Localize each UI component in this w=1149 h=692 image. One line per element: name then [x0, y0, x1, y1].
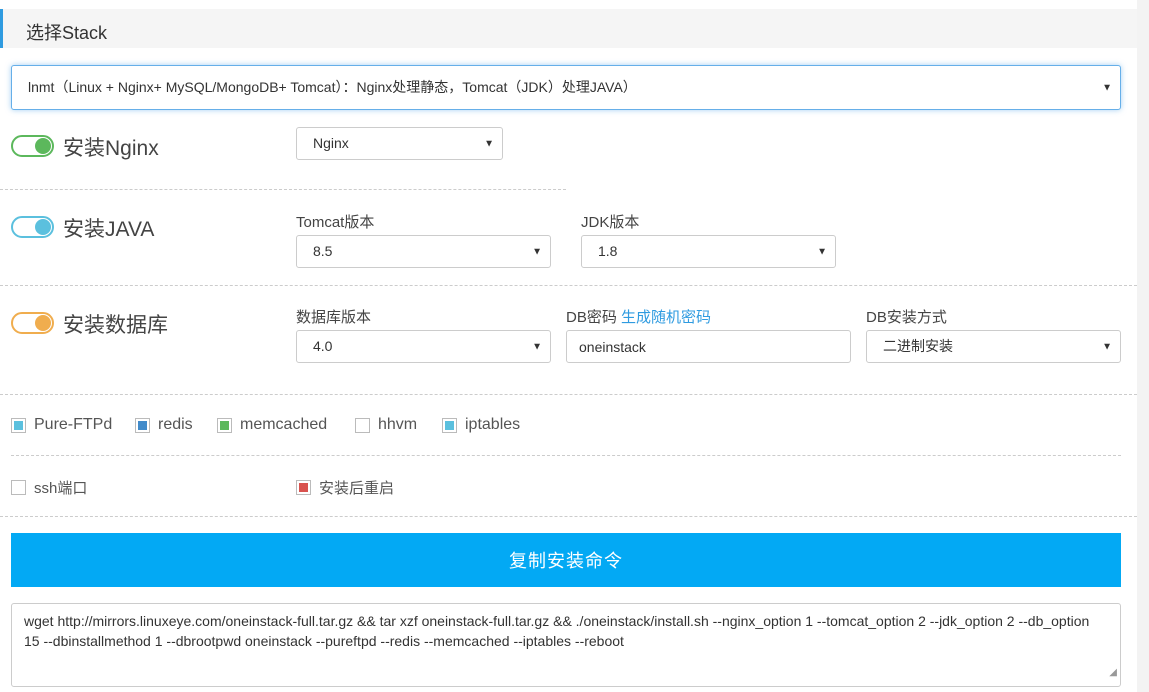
divider [0, 516, 1137, 517]
db-install-method-label: DB安装方式 [866, 309, 947, 326]
checkbox-box [11, 417, 26, 433]
copy-install-command-button[interactable]: 复制安装命令 [11, 533, 1121, 587]
db-password-label: DB密码 生成随机密码 [566, 306, 711, 327]
iptables-label: iptables [465, 416, 521, 433]
checkbox-box [442, 417, 457, 433]
iptables-checkbox[interactable]: iptables [442, 415, 520, 435]
database-toggle[interactable] [11, 312, 54, 334]
caret-down-icon: ▼ [532, 341, 542, 352]
install-command-textarea[interactable]: wget http://mirrors.linuxeye.com/oneinst… [11, 603, 1121, 687]
db-install-method-select[interactable]: 二进制安装 ▼ [866, 330, 1121, 363]
caret-down-icon: ▼ [484, 138, 494, 149]
pureftpd-label: Pure-FTPd [34, 416, 113, 433]
caret-down-icon: ▼ [1102, 82, 1112, 93]
db-install-method-value: 二进制安装 [883, 338, 953, 354]
caret-down-icon: ▼ [1102, 341, 1112, 352]
toggle-knob [35, 315, 51, 331]
checkbox-box [296, 479, 311, 495]
memcached-label: memcached [240, 416, 328, 433]
caret-down-icon: ▼ [817, 246, 827, 257]
java-toggle[interactable] [11, 216, 54, 238]
reboot-checkbox[interactable]: 安装后重启 [296, 477, 394, 497]
divider [0, 285, 1137, 286]
jdk-version-value: 1.8 [598, 243, 618, 259]
tomcat-version-select[interactable]: 8.5 ▼ [296, 235, 551, 268]
hhvm-checkbox[interactable]: hhvm [355, 415, 417, 435]
pureftpd-checkbox[interactable]: Pure-FTPd [11, 415, 112, 435]
install-command-text: wget http://mirrors.linuxeye.com/oneinst… [24, 613, 1090, 649]
jdk-version-select[interactable]: 1.8 ▼ [581, 235, 836, 268]
ssh-port-checkbox[interactable]: ssh端口 [11, 477, 87, 497]
java-toggle-label: 安装JAVA [63, 218, 155, 241]
divider [11, 455, 1121, 456]
caret-down-icon: ▼ [532, 246, 542, 257]
toggle-knob [35, 219, 51, 235]
nginx-toggle-label: 安装Nginx [63, 137, 159, 160]
resize-handle-icon[interactable]: ◢ [1109, 663, 1117, 683]
divider [0, 189, 566, 190]
redis-checkbox[interactable]: redis [135, 415, 193, 435]
tomcat-version-value: 8.5 [313, 243, 333, 259]
checkbox-box [11, 479, 26, 495]
db-password-label-text: DB密码 [566, 309, 617, 326]
ssh-port-label: ssh端口 [34, 479, 88, 497]
checkbox-box [217, 417, 232, 433]
generate-random-password-link[interactable]: 生成随机密码 [621, 309, 711, 326]
section-title: 选择Stack [26, 23, 108, 43]
reboot-label: 安装后重启 [319, 479, 395, 497]
redis-label: redis [158, 416, 193, 433]
nginx-toggle[interactable] [11, 135, 54, 157]
stack-select-value: lnmt（Linux + Nginx+ MySQL/MongoDB+ Tomca… [28, 79, 637, 95]
hhvm-label: hhvm [378, 416, 418, 433]
db-version-select[interactable]: 4.0 ▼ [296, 330, 551, 363]
page-scrollbar[interactable] [1137, 0, 1149, 692]
section-header: 选择Stack [0, 9, 1137, 48]
divider [0, 394, 1137, 395]
nginx-version-value: Nginx [313, 135, 349, 151]
checkbox-box [355, 417, 370, 433]
database-toggle-label: 安装数据库 [63, 314, 168, 337]
jdk-version-label: JDK版本 [581, 214, 640, 231]
stack-select[interactable]: lnmt（Linux + Nginx+ MySQL/MongoDB+ Tomca… [11, 65, 1121, 110]
db-password-input[interactable] [566, 330, 851, 363]
db-version-value: 4.0 [313, 338, 333, 354]
toggle-knob [35, 138, 51, 154]
memcached-checkbox[interactable]: memcached [217, 415, 327, 435]
checkbox-box [135, 417, 150, 433]
db-version-label: 数据库版本 [296, 309, 372, 326]
nginx-version-select[interactable]: Nginx ▼ [296, 127, 503, 160]
tomcat-version-label: Tomcat版本 [296, 214, 375, 231]
